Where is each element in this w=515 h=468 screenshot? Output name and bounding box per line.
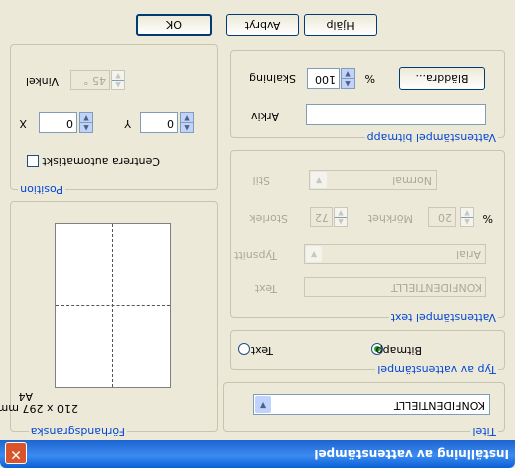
size-input[interactable]: 72 [310, 207, 333, 227]
scale-label: Skalning [249, 72, 296, 85]
angle-label: Vinkel [25, 75, 59, 88]
bitmap-group-legend: Vattenstämpel bitmapp [364, 131, 498, 144]
spin-up-icon: ▲ [342, 78, 354, 88]
style-select[interactable]: Normal ▼ [309, 170, 437, 190]
darkness-unit: % [482, 212, 493, 225]
darkness-spinner[interactable]: ▲ ▼ [460, 207, 474, 227]
watermark-select[interactable]: KONFIDENTIELLT ▼ [253, 394, 490, 415]
spin-down-icon: ▼ [338, 209, 344, 217]
x-spinner[interactable]: ▲ ▼ [79, 112, 93, 133]
y-input[interactable]: 0 [140, 112, 178, 133]
style-select-value: Normal [392, 174, 432, 187]
scale-unit: % [364, 72, 375, 85]
paper-size: 210 x 297 mm [0, 402, 78, 415]
file-input[interactable] [306, 104, 486, 125]
radio-bitmap-label: Bitmapp [375, 344, 422, 357]
text-input[interactable]: KONFIDENTIELLT [304, 277, 486, 297]
browse-button[interactable]: Bläddra... [399, 67, 485, 90]
spin-up-icon: ▲ [181, 122, 193, 132]
spin-up-icon: ▲ [80, 122, 92, 132]
help-button[interactable]: Hjälp [304, 14, 377, 36]
scale-spinner[interactable]: ▲ ▼ [341, 68, 355, 89]
y-label: Y [124, 117, 131, 130]
cancel-button[interactable]: Avbryt [226, 14, 299, 36]
preview-center-horizontal-line [56, 305, 170, 306]
title-bar: Inställning av vattenstämpel [0, 440, 515, 468]
font-select[interactable]: Arial ▼ [304, 244, 486, 264]
spin-up-icon: ▲ [112, 80, 124, 89]
chevron-down-icon: ▼ [311, 172, 327, 188]
close-button[interactable]: ✕ [5, 442, 27, 464]
scale-input[interactable]: 100 [307, 68, 340, 89]
spin-up-icon: ▲ [335, 217, 347, 226]
x-label: X [19, 117, 27, 130]
y-spinner[interactable]: ▲ ▼ [180, 112, 194, 133]
darkness-input[interactable]: 20 [428, 207, 456, 227]
radio-text-label: Text [250, 344, 273, 357]
watermark-dialog: Inställning av vattenstämpel ✕ Titel KON… [0, 0, 515, 468]
spin-down-icon: ▼ [345, 70, 351, 79]
close-icon: ✕ [10, 446, 22, 462]
radio-text[interactable] [238, 343, 250, 355]
darkness-label: Mörkhet [367, 212, 413, 225]
style-label: Stil [252, 174, 270, 187]
spin-up-icon: ▲ [461, 217, 473, 226]
size-label: Storlek [249, 212, 288, 225]
angle-spinner[interactable]: ▲ ▼ [111, 70, 125, 90]
font-label: Typsnitt [234, 249, 277, 262]
position-group-legend: Position [18, 183, 65, 196]
angle-input[interactable]: 45 ° [70, 70, 110, 90]
chevron-down-icon: ▼ [306, 246, 322, 262]
center-checkbox[interactable] [27, 155, 39, 167]
chevron-down-icon: ▼ [255, 396, 271, 413]
paper-name: A4 [18, 390, 33, 403]
file-label: Arkiv [251, 110, 279, 123]
text-group-legend: Vattenstämpel text [388, 311, 498, 324]
ok-button[interactable]: OK [136, 14, 212, 36]
preview-group-legend: Förhandsgranska [28, 425, 127, 438]
window-title: Inställning av vattenstämpel [314, 447, 509, 461]
title-group-legend: Titel [470, 425, 498, 438]
page-preview [55, 223, 171, 388]
font-select-value: Arial [456, 248, 481, 261]
watermark-select-value: KONFIDENTIELLT [393, 399, 485, 412]
type-group-legend: Typ av vattenstämpel [375, 363, 498, 376]
spin-down-icon: ▼ [115, 72, 121, 80]
spin-down-icon: ▼ [464, 209, 470, 217]
x-input[interactable]: 0 [39, 112, 77, 133]
spin-down-icon: ▼ [184, 114, 190, 123]
text-label: Text [254, 282, 277, 295]
spin-down-icon: ▼ [83, 114, 89, 123]
size-spinner[interactable]: ▲ ▼ [334, 207, 348, 227]
center-label: Centrera automatiskt [42, 155, 160, 168]
